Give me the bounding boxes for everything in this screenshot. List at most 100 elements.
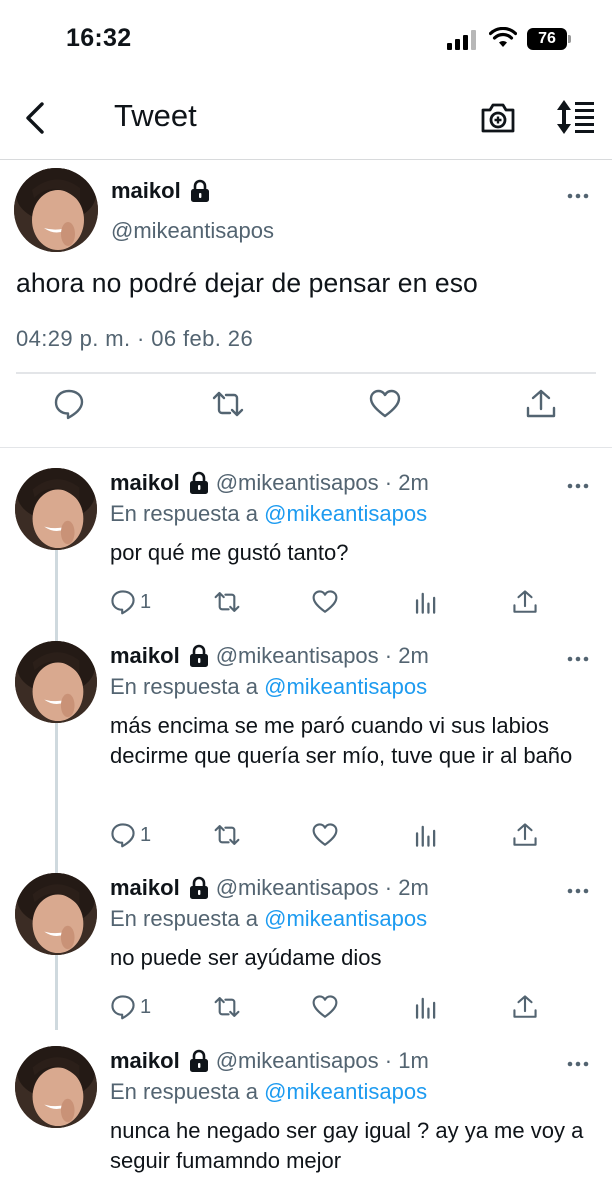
retweet-icon <box>214 997 240 1017</box>
like-button[interactable] <box>312 822 338 848</box>
in-reply-to-link[interactable]: @mikeantisapos <box>264 501 427 526</box>
in-reply-to-link[interactable]: @mikeantisapos <box>264 906 427 931</box>
share-icon <box>513 590 537 613</box>
retweet-button[interactable] <box>214 822 240 848</box>
wifi-icon <box>489 27 517 47</box>
lock-icon <box>189 471 208 494</box>
author-name[interactable]: maikol <box>111 178 181 204</box>
reply-tweet[interactable]: maikol @mikeantisapos · 2m En respuesta … <box>0 641 612 861</box>
divider <box>16 372 596 374</box>
retweet-icon[interactable] <box>212 388 244 420</box>
battery-icon: 76 <box>527 28 571 50</box>
in-reply-prefix: En respuesta a <box>110 501 258 526</box>
more-options-icon[interactable] <box>567 887 589 895</box>
reply-text: por qué me gustó tanto? <box>110 540 349 565</box>
top-nav-bar: Tweet <box>0 80 612 160</box>
share-icon[interactable] <box>525 388 557 420</box>
like-heart-icon <box>312 823 338 846</box>
in-reply-to: En respuesta a @mikeantisapos <box>110 501 427 527</box>
avatar[interactable] <box>15 468 97 550</box>
avatar[interactable] <box>15 1046 97 1128</box>
analytics-bar-icon <box>415 825 436 847</box>
reply-icon[interactable] <box>53 388 85 420</box>
author-name[interactable]: maikol <box>110 875 180 901</box>
more-options-icon[interactable] <box>567 482 589 490</box>
author-handle-time: @mikeantisapos · 2m <box>215 643 429 668</box>
reply-actions: 1 <box>0 994 612 1024</box>
reply-actions: 1 <box>0 822 612 852</box>
in-reply-to-link[interactable]: @mikeantisapos <box>264 674 427 699</box>
reply-tweet[interactable]: maikol @mikeantisapos · 1m En respuesta … <box>0 1046 612 1200</box>
in-reply-prefix: En respuesta a <box>110 906 258 931</box>
author-handle-time: @mikeantisapos · 1m <box>215 1048 429 1073</box>
analytics-button[interactable] <box>413 994 439 1020</box>
like-heart-icon[interactable] <box>369 388 401 420</box>
more-options-icon[interactable] <box>567 192 589 200</box>
reply-icon <box>111 590 135 615</box>
in-reply-to-link[interactable]: @mikeantisapos <box>264 1079 427 1104</box>
reply-button[interactable]: 1 <box>110 589 151 615</box>
author-handle-time: @mikeantisapos · 2m <box>215 470 429 495</box>
camera-icon[interactable] <box>480 101 516 135</box>
retweet-button[interactable] <box>214 589 240 615</box>
reply-tweet[interactable]: maikol @mikeantisapos · 2m En respuesta … <box>0 873 612 1033</box>
reply-header: maikol @mikeantisapos · 2m <box>110 643 429 669</box>
like-heart-icon <box>312 995 338 1018</box>
avatar[interactable] <box>15 641 97 723</box>
reply-icon <box>111 995 135 1020</box>
reply-button[interactable]: 1 <box>110 994 151 1020</box>
in-reply-to: En respuesta a @mikeantisapos <box>110 674 427 700</box>
reply-count: 1 <box>140 590 152 613</box>
lock-icon <box>189 1049 208 1072</box>
analytics-button[interactable] <box>413 589 439 615</box>
share-icon <box>513 823 537 846</box>
reply-count: 1 <box>140 995 152 1018</box>
reply-text: nunca he negado ser gay igual ? ay ya me… <box>110 1118 584 1173</box>
author-row: maikol <box>111 178 211 204</box>
reply-text: no puede ser ayúdame dios <box>110 945 382 970</box>
share-button[interactable] <box>512 589 538 615</box>
retweet-icon <box>214 825 240 845</box>
status-bar: 16:32 76 <box>0 0 612 80</box>
more-options-icon[interactable] <box>567 655 589 663</box>
retweet-icon <box>214 592 240 612</box>
lock-icon <box>190 179 209 202</box>
like-heart-icon <box>312 590 338 613</box>
share-button[interactable] <box>512 994 538 1020</box>
author-name[interactable]: maikol <box>110 470 180 496</box>
tweet-text: ahora no podré dejar de pensar en eso <box>16 268 478 298</box>
status-time: 16:32 <box>66 24 132 52</box>
main-tweet: maikol @mikeantisapos ahora no podré dej… <box>0 162 612 448</box>
avatar-image <box>15 1046 97 1128</box>
analytics-button[interactable] <box>413 822 439 848</box>
reply-header: maikol @mikeantisapos · 2m <box>110 470 429 496</box>
reply-button[interactable]: 1 <box>110 822 151 848</box>
battery-level: 76 <box>538 30 556 47</box>
author-name[interactable]: maikol <box>110 1048 180 1074</box>
retweet-button[interactable] <box>214 994 240 1020</box>
like-button[interactable] <box>312 589 338 615</box>
avatar-image <box>14 168 98 252</box>
page-title: Tweet <box>114 98 197 133</box>
author-handle[interactable]: @mikeantisapos <box>111 218 274 244</box>
reply-header: maikol @mikeantisapos · 1m <box>110 1048 429 1074</box>
back-chevron-icon[interactable] <box>20 100 50 136</box>
author-name[interactable]: maikol <box>110 643 180 669</box>
reply-icon <box>111 823 135 848</box>
analytics-bar-icon <box>415 592 436 614</box>
in-reply-prefix: En respuesta a <box>110 674 258 699</box>
share-button[interactable] <box>512 822 538 848</box>
avatar[interactable] <box>14 168 98 252</box>
reply-actions: 1 <box>0 589 612 619</box>
reply-tweet[interactable]: maikol @mikeantisapos · 2m En respuesta … <box>0 468 612 628</box>
in-reply-prefix: En respuesta a <box>110 1079 258 1104</box>
like-button[interactable] <box>312 994 338 1020</box>
analytics-bar-icon <box>415 997 436 1019</box>
reply-text: más encima se me paró cuando vi sus labi… <box>110 713 573 768</box>
reply-count: 1 <box>140 823 152 846</box>
tweet-timestamp: 04:29 p. m. · 06 feb. 26 <box>16 326 254 351</box>
more-options-icon[interactable] <box>567 1060 589 1068</box>
avatar-image <box>15 468 97 550</box>
sort-icon[interactable] <box>556 98 596 136</box>
avatar[interactable] <box>15 873 97 955</box>
